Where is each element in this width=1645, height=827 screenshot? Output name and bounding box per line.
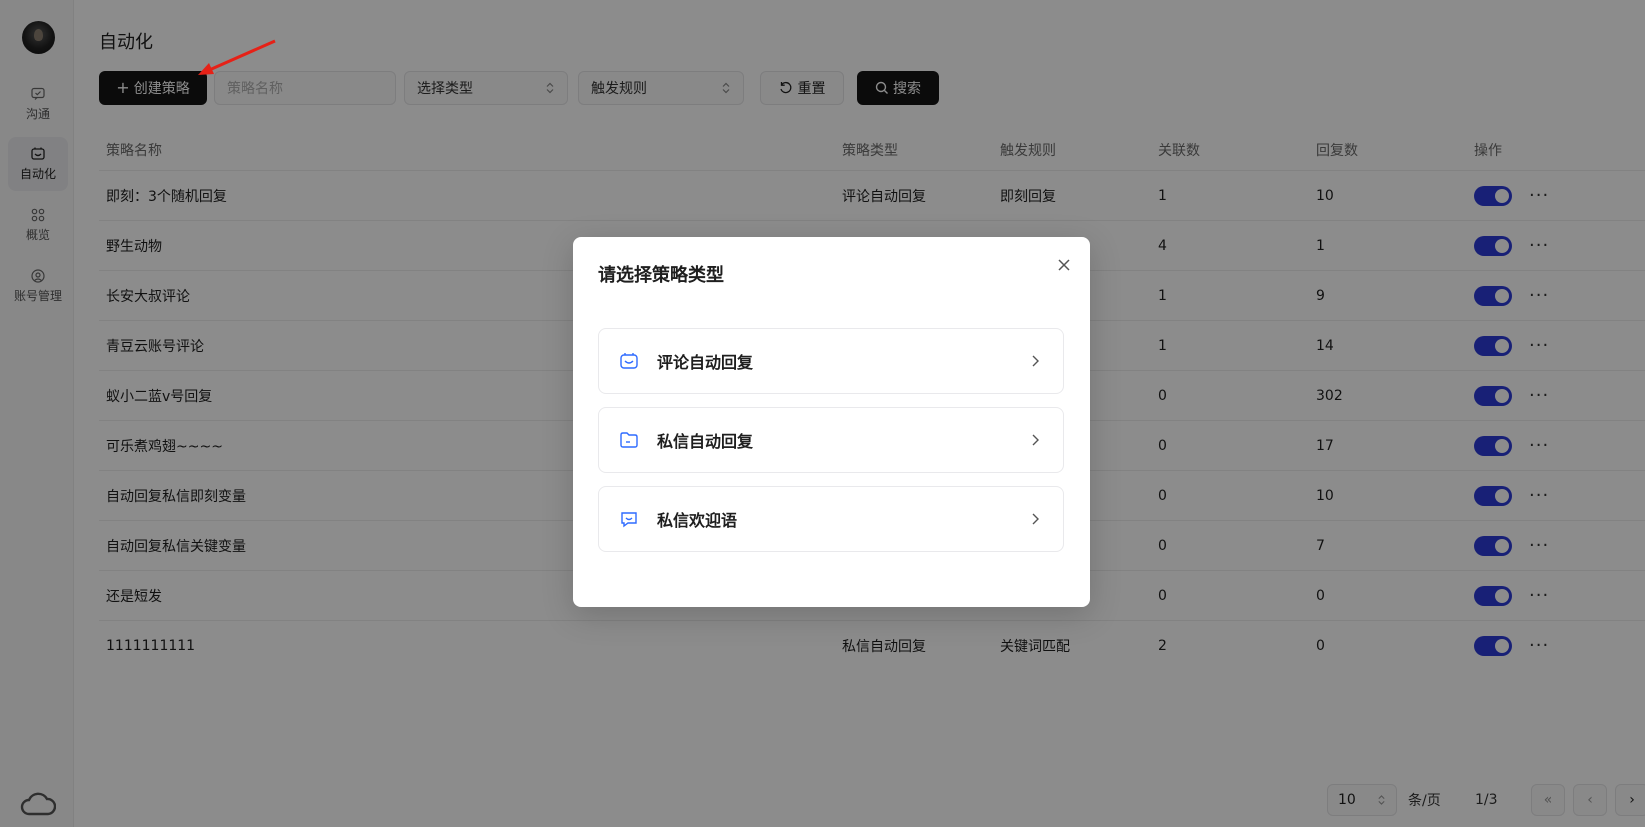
close-icon[interactable] [1054,255,1074,275]
chevron-right-icon [1032,513,1039,525]
option-label: 私信欢迎语 [657,511,738,530]
option-dm-welcome-message[interactable]: 私信欢迎语 [598,486,1064,552]
annotation-arrow-icon [198,39,276,75]
chevron-right-icon [1032,355,1039,367]
app-window: 沟通 自动化 概览 账号管理 自动化 + 创建策略 策略名称 选择类型 触发规则… [0,0,1645,827]
comment-inbox-icon [620,353,638,369]
option-label: 私信自动回复 [657,432,754,451]
message-folder-icon [620,432,638,448]
option-comment-auto-reply[interactable]: 评论自动回复 [598,328,1064,394]
chevron-right-icon [1032,434,1039,446]
option-dm-auto-reply[interactable]: 私信自动回复 [598,407,1064,473]
strategy-type-dialog: 请选择策略类型 评论自动回复 私信自动回复 私信欢迎语 [573,237,1090,607]
option-label: 评论自动回复 [657,353,754,372]
welcome-message-icon [621,512,637,528]
dialog-title: 请选择策略类型 [598,265,724,286]
